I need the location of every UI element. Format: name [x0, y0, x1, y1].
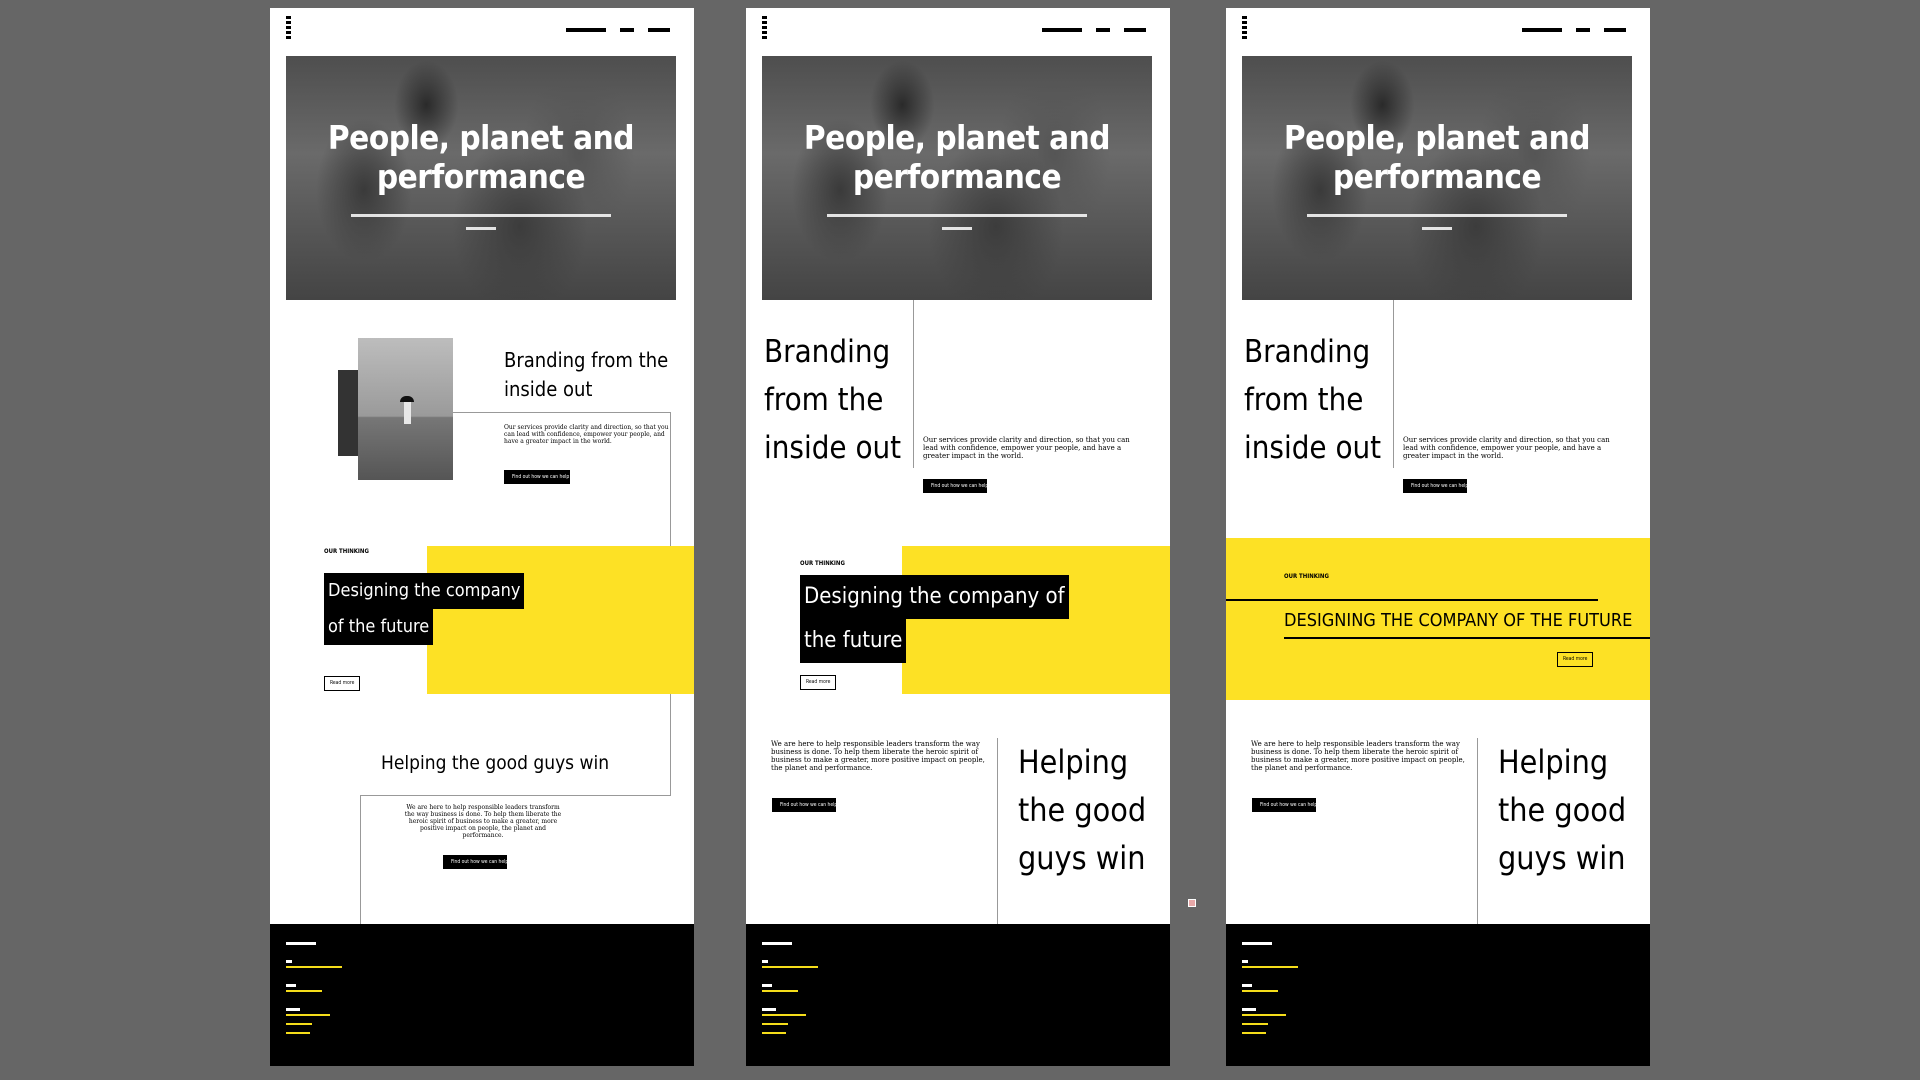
thinking-title: Designing the company of the future [324, 573, 525, 645]
nav-menu [1522, 28, 1626, 32]
divider-line [913, 300, 914, 468]
branding-text: Our services provide clarity and directi… [923, 436, 1130, 460]
layout-variant-1: People, planet and performance Branding f… [270, 8, 694, 1066]
hero-image: People, planet and performance [1242, 56, 1632, 300]
branding-text: Our services provide clarity and directi… [504, 424, 669, 445]
find-out-button[interactable]: Find out how we can help [443, 855, 508, 869]
helping-heading: Helping the good guys win [1018, 743, 1147, 877]
helping-text: We are here to help responsible leaders … [1251, 740, 1465, 772]
thinking-title: DESIGNING THE COMPANY OF THE FUTURE [1284, 610, 1633, 631]
thinking-eyebrow: OUR THINKING [800, 560, 845, 567]
hero-subtitle [822, 214, 1092, 240]
rule-line [1226, 599, 1598, 601]
nav-link[interactable] [648, 28, 670, 32]
branding-heading: Branding from the inside out [1244, 334, 1382, 466]
find-out-button[interactable]: Find out how we can help [1403, 479, 1468, 493]
nav-link[interactable] [1522, 28, 1562, 32]
hero-subtitle [346, 214, 616, 240]
nav-menu [1042, 28, 1146, 32]
divider-line [997, 738, 998, 925]
branding-text: Our services provide clarity and directi… [1403, 436, 1610, 460]
nav-link[interactable] [566, 28, 606, 32]
find-out-button[interactable]: Find out how we can help [504, 470, 570, 484]
helping-text: We are here to help responsible leaders … [404, 804, 562, 839]
footer [1226, 924, 1650, 1066]
find-out-button[interactable]: Find out how we can help [772, 798, 837, 812]
logo-icon[interactable] [1242, 16, 1247, 46]
hero-image: People, planet and performance [762, 56, 1152, 300]
hero-title: People, planet and performance [803, 118, 1111, 196]
nav-link[interactable] [1096, 28, 1110, 32]
frame-line [360, 795, 361, 925]
thinking-eyebrow: OUR THINKING [324, 548, 369, 555]
divider-line [1477, 738, 1478, 925]
helping-heading: Helping the good guys win [1498, 743, 1627, 877]
branding-heading: Branding from the inside out [764, 334, 902, 466]
photo-backdrop [338, 370, 358, 456]
frame-line [360, 795, 671, 796]
umbrella-photo [358, 338, 453, 480]
canvas-handle-icon[interactable] [1188, 899, 1196, 907]
yellow-block: OUR THINKING DESIGNING THE COMPANY OF TH… [1226, 538, 1650, 700]
rule-line [1284, 637, 1650, 639]
hero-image: People, planet and performance [286, 56, 676, 300]
nav-link[interactable] [620, 28, 634, 32]
footer [746, 924, 1170, 1066]
find-out-button[interactable]: Find out how we can help [923, 479, 988, 493]
frame-line [453, 412, 671, 413]
helping-text: We are here to help responsible leaders … [771, 740, 985, 772]
nav-menu [566, 28, 670, 32]
layout-variant-3: People, planet and performance Branding fr… [1226, 8, 1650, 1066]
hero-subtitle [1302, 214, 1572, 240]
footer [270, 924, 694, 1066]
find-out-button[interactable]: Find out how we can help [1252, 798, 1317, 812]
hero-title: People, planet and performance [1283, 118, 1591, 196]
read-more-button[interactable]: Read more [800, 675, 837, 690]
helping-heading: Helping the good guys win [381, 752, 610, 774]
layout-variant-2: People, planet and performance Branding fr… [746, 8, 1170, 1066]
hero-title: People, planet and performance [327, 118, 635, 196]
divider-line [1393, 300, 1394, 468]
nav-link[interactable] [1604, 28, 1626, 32]
thinking-title: Designing the company of the future [800, 575, 1069, 663]
read-more-button[interactable]: Read more [1557, 652, 1594, 667]
logo-icon[interactable] [286, 16, 291, 46]
read-more-button[interactable]: Read more [324, 676, 361, 691]
thinking-eyebrow: OUR THINKING [1284, 573, 1329, 580]
nav-link[interactable] [1576, 28, 1590, 32]
nav-link[interactable] [1124, 28, 1146, 32]
logo-icon[interactable] [762, 16, 767, 46]
branding-heading: Branding from the inside out [504, 348, 669, 401]
nav-link[interactable] [1042, 28, 1082, 32]
